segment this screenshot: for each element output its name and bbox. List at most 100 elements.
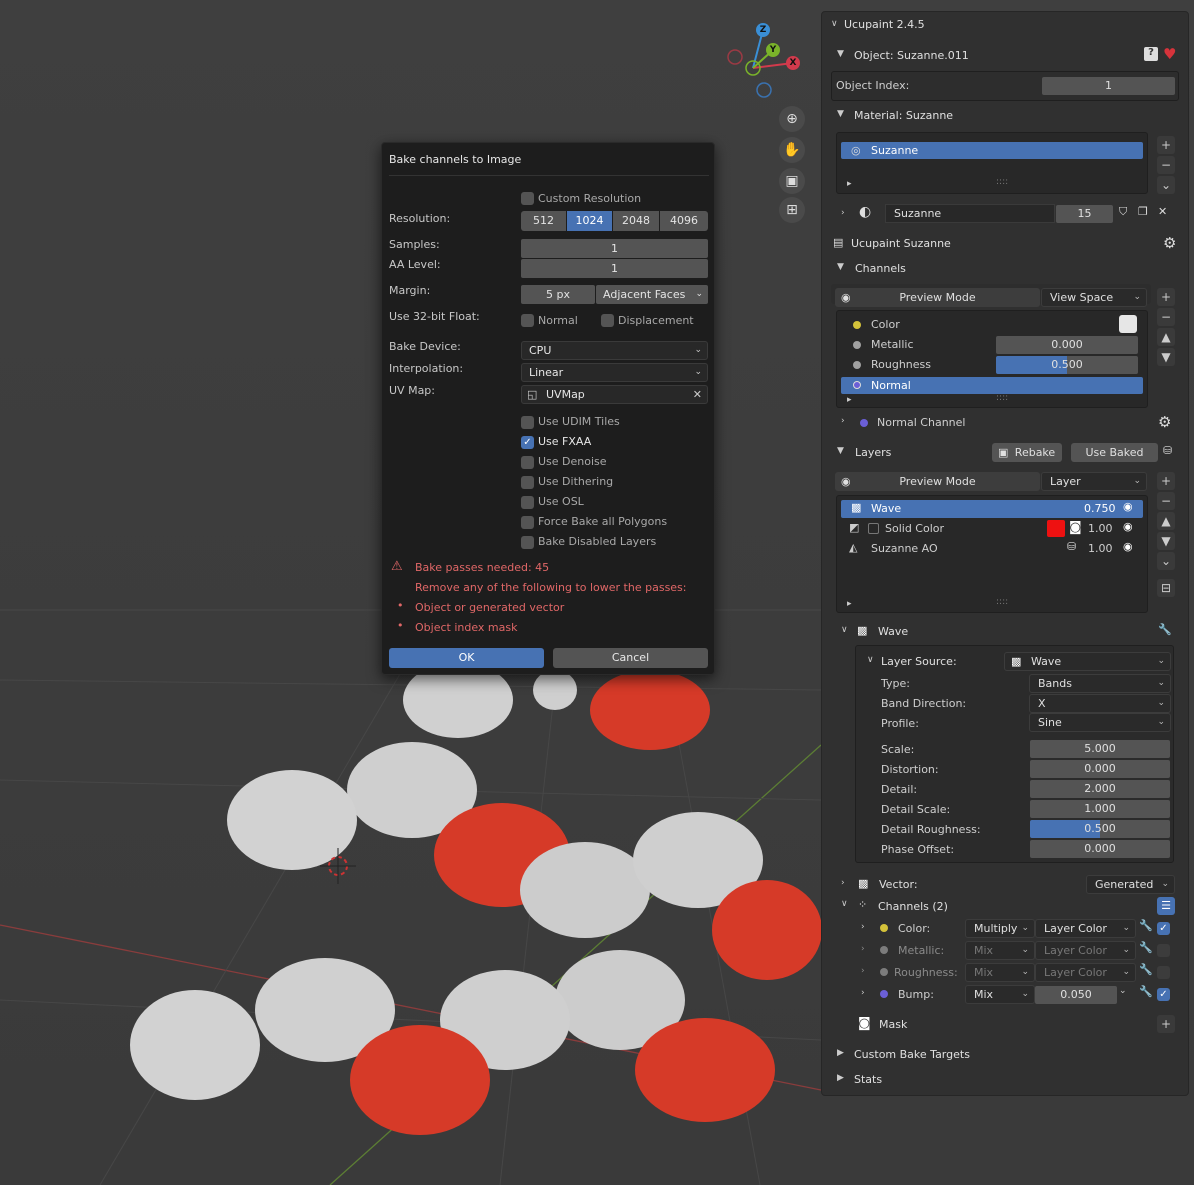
layer-tree-icon[interactable]: ⊟	[1157, 579, 1175, 597]
material-browse-icon[interactable]: ◐	[859, 204, 871, 220]
expand-triangle-icon[interactable]: ▼	[837, 49, 844, 59]
camera-icon[interactable]: ▣	[779, 168, 805, 194]
preview-mode-button[interactable]: ◉ Preview Mode	[835, 288, 1040, 307]
expand-triangle-icon[interactable]: ›	[841, 878, 845, 888]
move-down-icon[interactable]: ▼	[1157, 532, 1175, 550]
aa-level-field[interactable]: 1	[521, 259, 708, 278]
expand-triangle-icon[interactable]: ›	[861, 922, 865, 932]
expand-triangle-icon[interactable]: ›	[841, 208, 845, 218]
dithering-checkbox[interactable]	[521, 476, 534, 489]
wrench-icon[interactable]: 🔧	[1139, 919, 1153, 932]
clear-icon[interactable]: ✕	[693, 386, 702, 403]
chevron-down-icon[interactable]: ⌄	[1119, 986, 1127, 996]
source-dropdown[interactable]: Layer Color ⌄	[1035, 919, 1136, 938]
collapse-icon[interactable]: ∨	[867, 655, 874, 665]
layer-opacity[interactable]: 1.00	[1088, 522, 1113, 535]
collapse-icon[interactable]: ∨	[841, 899, 848, 909]
channel-color-label[interactable]: Color	[871, 318, 900, 331]
band-direction-dropdown[interactable]: X ⌄	[1029, 694, 1171, 713]
layer-source-dropdown[interactable]: ▩ Wave ⌄	[1004, 652, 1171, 671]
margin-type-dropdown[interactable]: Adjacent Faces ⌄	[596, 285, 708, 304]
collapse-icon[interactable]: ∨	[831, 19, 838, 29]
vector-dropdown[interactable]: Generated ⌄	[1086, 875, 1175, 894]
grid-icon[interactable]: ⊞	[779, 197, 805, 223]
rebake-button[interactable]: ▣ Rebake	[992, 443, 1062, 462]
gizmo-z-axis[interactable]: Z	[756, 23, 770, 37]
layer-opacity[interactable]: 0.750	[1084, 502, 1116, 515]
material-slot[interactable]: ◎ Suzanne	[841, 142, 1143, 159]
add-icon[interactable]: +	[1157, 136, 1175, 154]
expand-triangle-icon[interactable]: ›	[861, 966, 865, 976]
phase-offset-field[interactable]: 0.000	[1030, 840, 1170, 858]
material-name-field[interactable]: Suzanne	[885, 204, 1055, 223]
wrench-icon[interactable]: 🔧	[1158, 623, 1172, 636]
gear-icon[interactable]: ⚙	[1158, 413, 1171, 431]
bake-layer-icon[interactable]: ⛁	[1067, 540, 1076, 553]
metallic-value[interactable]: 0.000	[996, 336, 1138, 354]
remove-icon[interactable]: −	[1157, 156, 1175, 174]
heart-icon[interactable]: ♥	[1163, 45, 1176, 63]
mask-toggle-icon[interactable]: ◙	[1069, 520, 1082, 535]
eye-icon[interactable]: ◉	[1123, 520, 1133, 533]
add-icon[interactable]: +	[1157, 472, 1175, 490]
close-icon[interactable]: ✕	[1158, 205, 1167, 218]
add-mask-icon[interactable]: +	[1157, 1015, 1175, 1033]
bump-strength-field[interactable]: 0.050	[1035, 986, 1117, 1004]
expand-triangle-icon[interactable]: ▸	[847, 395, 852, 405]
expand-triangle-icon[interactable]: ›	[861, 944, 865, 954]
stats-title[interactable]: Stats	[854, 1073, 882, 1086]
samples-field[interactable]: 1	[521, 239, 708, 258]
source-dropdown[interactable]: Layer Color ⌄	[1035, 963, 1136, 982]
denoise-checkbox[interactable]	[521, 456, 534, 469]
blend-dropdown[interactable]: Multiply ⌄	[965, 919, 1035, 938]
chevron-down-icon[interactable]: ⌄	[1157, 552, 1175, 570]
move-up-icon[interactable]: ▲	[1157, 512, 1175, 530]
move-up-icon[interactable]: ▲	[1157, 328, 1175, 346]
osl-checkbox[interactable]	[521, 496, 534, 509]
solid-color-swatch[interactable]	[1047, 520, 1065, 537]
checkbox-icon[interactable]	[868, 523, 879, 534]
bake-settings-icon[interactable]: ⛁	[1163, 444, 1172, 457]
expand-triangle-icon[interactable]: ▼	[837, 446, 844, 456]
channel-enable-checkbox[interactable]	[1157, 944, 1170, 957]
resize-grip-icon[interactable]: ::::	[996, 177, 1008, 187]
custom-bake-title[interactable]: Custom Bake Targets	[854, 1048, 970, 1061]
expand-triangle-icon[interactable]: ›	[841, 416, 845, 426]
resize-grip-icon[interactable]: ::::	[996, 393, 1008, 403]
remove-icon[interactable]: −	[1157, 492, 1175, 510]
pan-hand-icon[interactable]: ✋	[779, 137, 805, 163]
help-icon[interactable]: ?	[1144, 47, 1158, 61]
eye-icon[interactable]: ◉	[1123, 500, 1133, 513]
udim-checkbox[interactable]	[521, 416, 534, 429]
blend-dropdown[interactable]: Mix ⌄	[965, 985, 1035, 1004]
blend-dropdown[interactable]: Mix ⌄	[965, 963, 1035, 982]
channel-roughness-label[interactable]: Roughness	[871, 358, 931, 371]
material-users[interactable]: 15	[1056, 205, 1113, 223]
shield-icon[interactable]: ⛉	[1119, 205, 1127, 219]
scale-field[interactable]: 5.000	[1030, 740, 1170, 758]
layer-preview-mode-button[interactable]: ◉ Preview Mode	[835, 472, 1040, 491]
wrench-icon[interactable]: 🔧	[1139, 963, 1153, 976]
float-normal-checkbox[interactable]	[521, 314, 534, 327]
expand-triangle-icon[interactable]: ›	[861, 988, 865, 998]
expand-triangle-icon[interactable]: ▶	[837, 1048, 844, 1058]
gizmo-x-axis[interactable]: X	[786, 56, 800, 70]
remove-icon[interactable]: −	[1157, 308, 1175, 326]
source-dropdown[interactable]: Layer Color ⌄	[1035, 941, 1136, 960]
float-displacement-checkbox[interactable]	[601, 314, 614, 327]
chevron-down-icon[interactable]: ⌄	[1157, 176, 1175, 194]
channel-enable-checkbox[interactable]	[1157, 966, 1170, 979]
profile-dropdown[interactable]: Sine ⌄	[1029, 713, 1171, 732]
expand-triangle-icon[interactable]: ▸	[847, 599, 852, 609]
expand-triangle-icon[interactable]: ▼	[837, 262, 844, 272]
wrench-icon[interactable]: 🔧	[1139, 941, 1153, 954]
expand-triangle-icon[interactable]: ▼	[837, 109, 844, 119]
res-1024[interactable]: 1024	[567, 211, 612, 231]
uv-map-field[interactable]: ◱ UVMap ✕	[521, 385, 708, 404]
type-dropdown[interactable]: Bands ⌄	[1029, 674, 1171, 693]
blend-dropdown[interactable]: Mix ⌄	[965, 941, 1035, 960]
wrench-icon[interactable]: 🔧	[1139, 985, 1153, 998]
eye-icon[interactable]: ◉	[1123, 540, 1133, 553]
interpolation-dropdown[interactable]: Linear ⌄	[521, 363, 708, 382]
resize-grip-icon[interactable]: ::::	[996, 597, 1008, 607]
